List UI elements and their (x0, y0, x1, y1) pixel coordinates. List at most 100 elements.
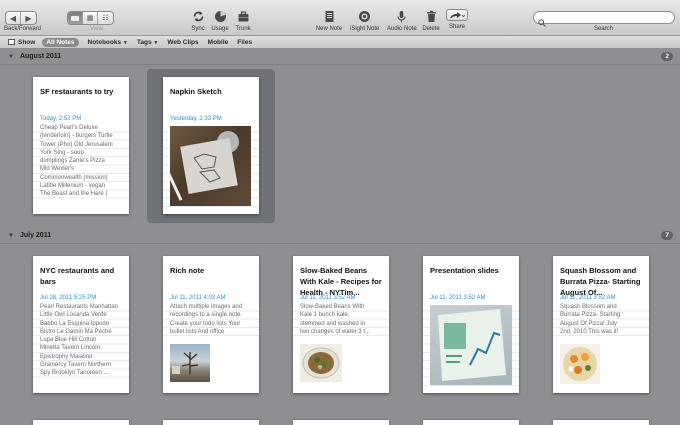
section-header-august[interactable]: ▼ August 2011 2 (0, 49, 680, 65)
new-note-label: New Note (315, 26, 343, 32)
snippet-line: Mid Wexler's (40, 166, 75, 173)
note-card-partial[interactable] (553, 420, 649, 425)
snippet-line: Babbo La Esquina Ippudo (40, 320, 110, 327)
all-notes-filter[interactable]: All Notes (42, 37, 79, 47)
trash-icon (424, 9, 438, 23)
snippet-line: Spy Brooklyn Tanoreen ... (40, 370, 109, 377)
camera-icon (357, 9, 371, 23)
view-switcher: ▦ ☷ (67, 11, 114, 25)
note-date: Jul 11, 2011 4:03 AM (170, 295, 226, 301)
section-title: August 2011 (19, 53, 62, 60)
back-forward-control: ◀ ▶ (5, 11, 37, 25)
disclosure-triangle-icon[interactable]: ▼ (8, 233, 14, 239)
note-card[interactable]: Napkin Sketch Yesterday, 2:33 PM (163, 77, 259, 214)
snippet-line: bullet lists And office (170, 328, 225, 335)
note-title: Presentation slides (430, 266, 499, 275)
chevron-down-icon: ▼ (153, 39, 159, 46)
snippet-line: two changes of water 3 t... (300, 328, 371, 335)
share-label: Share (448, 24, 465, 30)
back-arrow-icon: ◀ (9, 13, 17, 23)
snippet-line: stemmed and washed in (300, 320, 366, 327)
note-body (423, 303, 519, 393)
forward-button[interactable]: ▶ (21, 12, 36, 24)
snippet-line: dumplings Zante's Pizza (40, 158, 105, 165)
snippet-line: Squash Blossom and (560, 304, 617, 310)
pizza-photo-image (560, 344, 600, 384)
note-snippet: Squash Blossom and Burrata Pizza- Starti… (553, 303, 649, 337)
trunk-label: Trunk (235, 26, 251, 32)
note-card[interactable]: NYC restaurants and bars Jul 28, 2011 5:… (33, 256, 129, 393)
tags-filter[interactable]: Tags ▼ (137, 39, 158, 46)
notebooks-filter[interactable]: Notebooks ▼ (88, 39, 128, 46)
back-button[interactable]: ◀ (6, 12, 21, 24)
trunk-icon (236, 9, 250, 23)
snippet-line: The Beast and the Hare ( (40, 191, 108, 198)
note-card[interactable]: Presentation slides Jul 11, 2011 3:52 AM (423, 256, 519, 393)
snippet-line: August Of Pizza! July (560, 320, 618, 327)
note-title: SF restaurants to try (40, 87, 114, 96)
view-cards-button[interactable] (68, 12, 83, 24)
snippet-line: Burrata Pizza- Starting (560, 312, 621, 319)
snippet-line: Create your todo lists Your (170, 320, 241, 327)
disclosure-triangle-icon[interactable]: ▼ (8, 54, 14, 60)
note-snippet: Pearl Restaurants Manhattan Little Owl L… (33, 303, 129, 378)
note-snippet: Cheap Pearl's Deluxe (tenderloin) - burg… (33, 124, 129, 199)
note-date: Today, 2:52 PM (40, 116, 82, 122)
note-card[interactable]: Rich note Jul 11, 2011 4:03 AM Attach mu… (163, 256, 259, 393)
note-date: Jul 11, 2011 3:52 AM (430, 295, 486, 301)
note-card-partial[interactable] (423, 420, 519, 425)
note-card[interactable]: SF restaurants to try Today, 2:52 PM Che… (33, 77, 129, 214)
snippet-line: Kale 1 bunch kale, (300, 312, 350, 319)
snippet-line: Lafitte Millenium - vegan (40, 183, 106, 190)
files-filter[interactable]: Files (237, 39, 252, 46)
section-title: July 2011 (19, 232, 52, 239)
note-date: Jul 28, 2011 5:25 PM (40, 295, 97, 301)
landscape-photo-image (170, 344, 210, 382)
note-snippet: Attach multiple images and recordings to… (163, 303, 259, 337)
chevron-down-icon: ▼ (122, 39, 128, 46)
note-card[interactable]: Slow-Baked Beans With Kale - Recipes for… (293, 256, 389, 393)
toolbar: ◀ ▶ Back/Forward ▦ ☷ View Sync Usage Tru… (0, 0, 680, 36)
notebooks-label: Notebooks (87, 38, 122, 46)
tags-label: Tags (136, 38, 152, 46)
napkin-sketch-image (164, 126, 251, 206)
view-snippet-button[interactable]: ▦ (83, 12, 98, 24)
delete-button[interactable]: Delete (417, 9, 445, 32)
snippet-line: Little Owl Locanda Verde (40, 312, 107, 319)
note-body (163, 124, 259, 214)
web-clips-filter[interactable]: Web Clips (167, 39, 198, 46)
snippet-line: recordings to a single note. (170, 312, 243, 319)
note-date: Yesterday, 2:33 PM (170, 116, 222, 122)
note-card-partial[interactable] (163, 420, 259, 425)
new-note-button[interactable]: New Note (315, 9, 343, 32)
note-title: Slow-Baked Beans With Kale - Recipes for… (300, 266, 382, 297)
note-card[interactable]: Squash Blossom and Burrata Pizza- Starti… (553, 256, 649, 393)
note-count-badge: 7 (661, 231, 673, 240)
presentation-slide-image (430, 305, 512, 385)
sync-icon (191, 9, 205, 23)
delete-label: Delete (422, 26, 440, 32)
show-toggle[interactable]: Show (8, 39, 35, 46)
usage-pie-icon (213, 9, 227, 23)
mobile-filter[interactable]: Mobile (208, 39, 229, 46)
forward-arrow-icon: ▶ (25, 13, 32, 23)
snippet-line: Gramercy Tavern Northern (40, 362, 111, 369)
show-sidebar-icon (8, 39, 15, 45)
card-view-icon (71, 15, 79, 21)
share-arrow-icon (446, 9, 468, 21)
trunk-button[interactable]: Trunk (229, 9, 257, 32)
audio-note-button[interactable]: Audio Note (387, 9, 417, 32)
snippet-line: Slow-Baked Beans With (300, 304, 365, 310)
audio-note-label: Audio Note (387, 26, 417, 32)
note-title: Napkin Sketch (170, 87, 222, 96)
note-card-partial[interactable] (33, 420, 129, 425)
section-header-july[interactable]: ▼ July 2011 7 (0, 228, 680, 244)
search-field[interactable] (533, 11, 675, 27)
back-forward-label: Back/Forward (4, 26, 42, 32)
snippet-line: (tenderloin) - burgers Turtle (40, 133, 113, 140)
note-date: Jul 11, 2011 3:52 AM (300, 295, 356, 301)
note-card-partial[interactable] (293, 420, 389, 425)
view-list-button[interactable]: ☷ (98, 12, 113, 24)
isight-note-button[interactable]: iSight Note (350, 9, 379, 32)
share-button[interactable]: Share (443, 9, 471, 30)
